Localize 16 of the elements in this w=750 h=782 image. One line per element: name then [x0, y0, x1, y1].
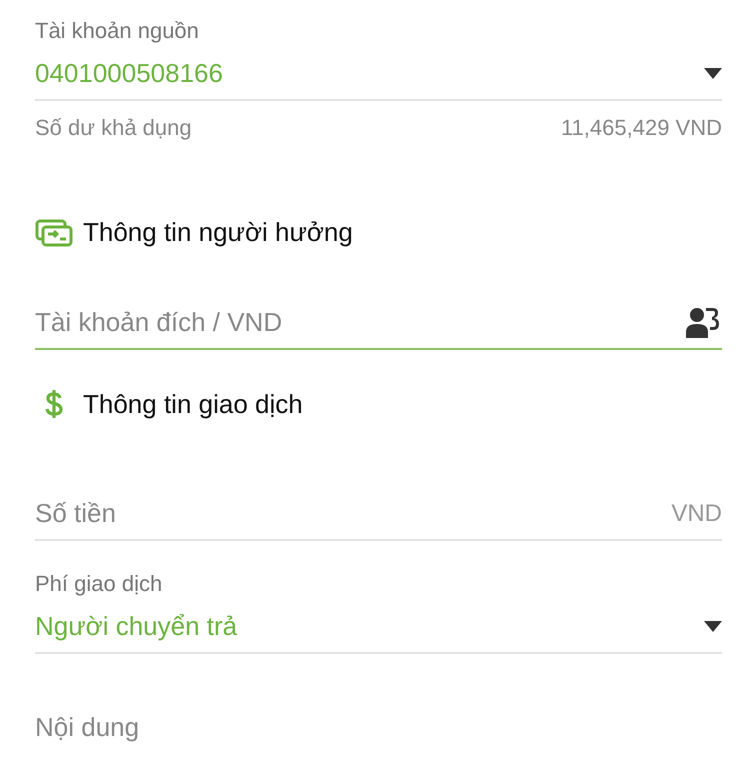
- caret-icon: [704, 621, 722, 632]
- section-title: Thông tin giao dịch: [83, 388, 303, 420]
- field-label: Tài khoản nguồn: [35, 18, 200, 44]
- currency-unit: VND: [671, 500, 722, 528]
- field-label: Phí giao dịch: [35, 571, 164, 597]
- cards-icon: [35, 218, 73, 246]
- content-input-field[interactable]: Nội dung: [35, 712, 335, 743]
- account-input-field[interactable]: Tài khoản đích / VND: [35, 306, 535, 338]
- account-dropdown[interactable]: 0401000508166: [35, 50, 722, 101]
- fee-dropdown[interactable]: Người chuyển trả: [35, 603, 722, 654]
- amount-input-field[interactable]: Số tiền: [35, 498, 535, 529]
- caret-icon: [704, 68, 722, 79]
- balance-value: 11,465,429 VND: [560, 115, 722, 141]
- section-title: Thông tin người hưởng: [83, 217, 353, 248]
- balance-label: Số dư khả dụng: [35, 115, 192, 141]
- contacts-icon[interactable]: [686, 306, 722, 338]
